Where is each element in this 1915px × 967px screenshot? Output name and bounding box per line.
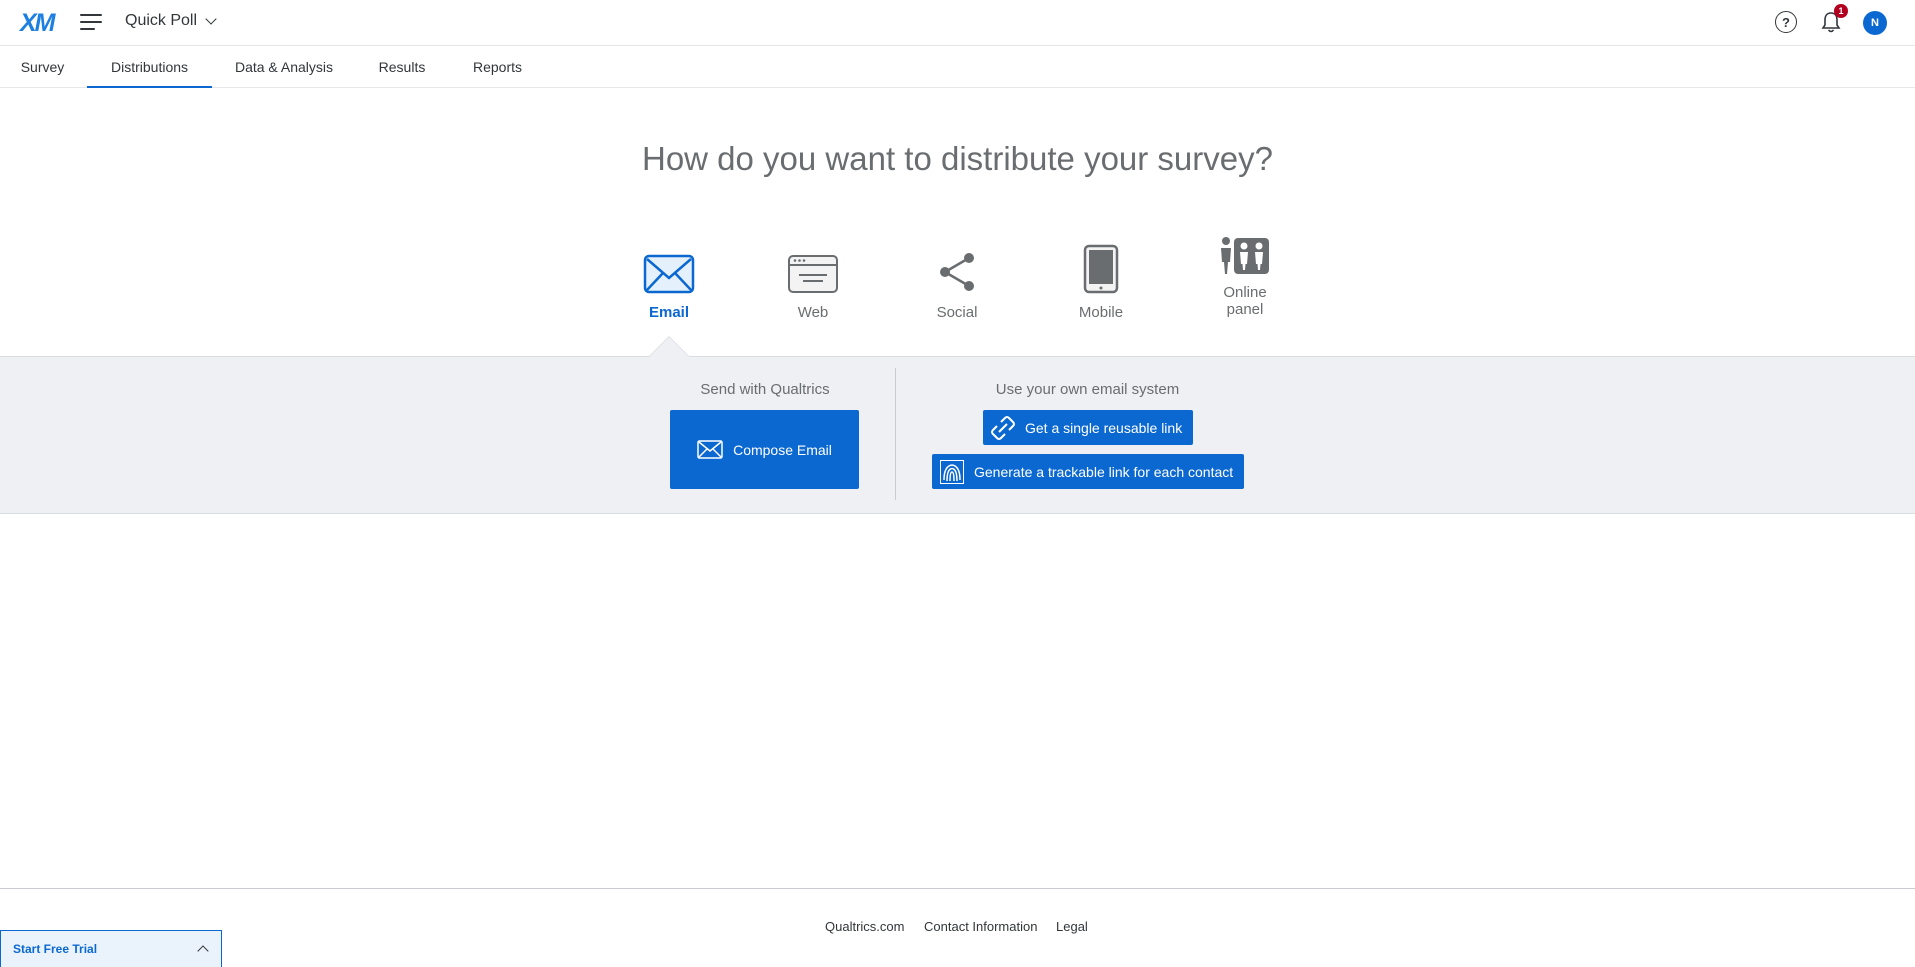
- chevron-down-icon: [205, 12, 217, 25]
- project-name: Quick Poll: [125, 12, 198, 29]
- page-title: How do you want to distribute your surve…: [642, 140, 1273, 177]
- xm-logo[interactable]: XM: [20, 9, 55, 38]
- tab-survey[interactable]: Survey: [20, 46, 65, 88]
- tab-data-analysis[interactable]: Data & Analysis: [233, 46, 335, 88]
- help-icon[interactable]: ?: [1775, 11, 1797, 33]
- send-with-qualtrics-title: Send with Qualtrics: [700, 381, 830, 398]
- chevron-up-icon: [197, 945, 209, 957]
- method-online-panel[interactable]: Online panel: [1195, 232, 1295, 318]
- method-email[interactable]: Email: [619, 232, 719, 321]
- panel-divider: [895, 368, 896, 500]
- web-icon: [788, 255, 838, 293]
- nav-tabs: Survey Distributions Data & Analysis Res…: [0, 46, 1915, 88]
- envelope-icon: [697, 440, 723, 459]
- method-web[interactable]: Web: [763, 232, 863, 321]
- mobile-icon: [1083, 244, 1119, 294]
- footer-link-qualtrics[interactable]: Qualtrics.com: [825, 919, 904, 934]
- avatar[interactable]: N: [1863, 11, 1887, 35]
- trackable-link-button[interactable]: Generate a trackable link for each conta…: [932, 454, 1244, 489]
- tab-results[interactable]: Results: [377, 46, 427, 88]
- footer-divider: [0, 888, 1915, 889]
- method-label-social: Social: [936, 304, 978, 321]
- trackable-link-label: Generate a trackable link for each conta…: [974, 463, 1234, 480]
- method-label-mobile: Mobile: [1078, 304, 1124, 321]
- reusable-link-label: Get a single reusable link: [1025, 419, 1183, 436]
- menu-icon[interactable]: [80, 12, 102, 32]
- tab-reports[interactable]: Reports: [470, 46, 525, 88]
- share-icon: [940, 253, 974, 291]
- method-label-online-panel: Online panel: [1223, 284, 1267, 318]
- reusable-link-button[interactable]: Get a single reusable link: [983, 410, 1193, 445]
- compose-email-label: Compose Email: [733, 441, 832, 458]
- fingerprint-icon: [940, 459, 964, 484]
- method-social[interactable]: Social: [907, 232, 1007, 321]
- start-free-trial-label: Start Free Trial: [13, 942, 98, 956]
- email-icon: [643, 254, 695, 294]
- own-email-system-title: Use your own email system: [995, 381, 1180, 398]
- start-free-trial-bar[interactable]: Start Free Trial: [0, 930, 222, 967]
- tab-distributions[interactable]: Distributions: [87, 46, 212, 88]
- project-selector[interactable]: Quick Poll: [125, 12, 217, 30]
- email-options-panel: [0, 356, 1915, 514]
- footer-link-legal[interactable]: Legal: [1056, 919, 1088, 934]
- top-bar: XM Quick Poll ? 1 N: [0, 0, 1915, 46]
- compose-email-button[interactable]: Compose Email: [670, 410, 859, 489]
- footer-link-contact[interactable]: Contact Information: [924, 919, 1037, 934]
- method-label-web: Web: [797, 304, 829, 321]
- link-icon: [991, 415, 1015, 440]
- panel-pointer: [649, 337, 689, 357]
- method-mobile[interactable]: Mobile: [1051, 232, 1151, 321]
- method-label-email: Email: [648, 304, 690, 321]
- people-icon: [1221, 237, 1269, 274]
- notification-badge: 1: [1834, 4, 1848, 18]
